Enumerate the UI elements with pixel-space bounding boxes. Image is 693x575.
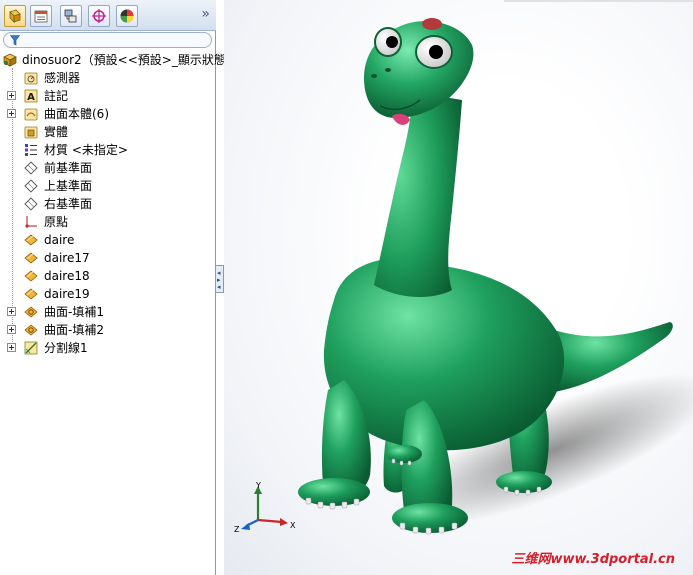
property-manager-tab[interactable] [30, 5, 52, 27]
annotation-icon: A [24, 89, 38, 103]
tree-item-sketch-daire[interactable]: daire [0, 231, 216, 249]
expand-toggle-icon[interactable] [7, 343, 16, 352]
tree-item-label: 分割線1 [44, 341, 88, 355]
sketch-icon [24, 270, 38, 282]
tree-item-label: daire17 [44, 251, 90, 265]
split-line-icon [24, 341, 38, 355]
sketch-icon [24, 288, 38, 300]
tree-item-label: daire18 [44, 269, 90, 283]
tree-item-sensors[interactable]: 感測器 [0, 69, 216, 87]
expand-toggle-icon[interactable] [7, 325, 16, 334]
plane-icon [24, 197, 38, 211]
manager-tab-bar: » [0, 0, 216, 31]
sketch-icon [24, 252, 38, 264]
watermark-text: 三维网www.3dportal.cn [511, 552, 675, 567]
more-tabs-chevron-icon[interactable]: » [201, 7, 210, 21]
tree-item-label: 曲面本體(6) [44, 107, 109, 121]
feature-manager-tab[interactable] [4, 5, 26, 27]
tree-item-label: 曲面-填補2 [44, 323, 104, 337]
x-axis-icon [257, 518, 283, 524]
tree-item-surface-fill2[interactable]: 曲面-填補2 [0, 321, 216, 339]
tree-item-top-plane[interactable]: 上基準面 [0, 177, 216, 195]
surface-fill-icon [24, 324, 38, 336]
tree-item-label: daire19 [44, 287, 90, 301]
dino-nostril [371, 74, 377, 78]
configuration-manager-tab[interactable] [60, 5, 82, 27]
x-axis-arrow-icon [280, 518, 288, 526]
dimxpert-manager-tab[interactable] [88, 5, 110, 27]
panel-splitter-handle[interactable]: ◂ ▸ ◂ [216, 265, 224, 293]
dimxpert-icon [92, 9, 106, 23]
tree-item-surface-fill1[interactable]: 曲面-填補1 [0, 303, 216, 321]
surface-fill-icon [24, 306, 38, 318]
dino-nostril [385, 68, 391, 72]
triad-y-label: Y [255, 482, 261, 490]
property-manager-icon [34, 10, 48, 23]
dino-neck [374, 92, 462, 297]
tree-item-surface-bodies[interactable]: 曲面本體(6) [0, 105, 216, 123]
feature-manager-panel: » dinosuor2（預設<<預設>_顯示狀態 感測器 A 註記 曲面本體(6… [0, 0, 226, 575]
plane-icon [24, 161, 38, 175]
coordinate-triad: Y X Z [234, 482, 296, 534]
tree-item-label: 原點 [44, 215, 69, 229]
tree-item-annotations[interactable]: A 註記 [0, 87, 216, 105]
origin-icon [25, 216, 37, 228]
dino-pupil-right [429, 45, 443, 59]
dino-back-foot-left [386, 445, 422, 463]
tree-item-label: 上基準面 [44, 179, 93, 193]
tree-item-sketch-daire19[interactable]: daire19 [0, 285, 216, 303]
part-icon [3, 53, 17, 67]
tree-item-label: 註記 [44, 89, 69, 103]
triad-z-label: Z [234, 525, 240, 534]
tree-item-label: 材質 <未指定> [44, 143, 128, 157]
tree-item-label: 前基準面 [44, 161, 93, 175]
dino-crest [422, 18, 442, 30]
tree-item-label: 曲面-填補1 [44, 305, 104, 319]
configuration-manager-icon [64, 9, 77, 23]
tree-item-label: 實體 [44, 125, 69, 139]
tree-item-label: 感測器 [44, 71, 81, 85]
feature-tree-icon [9, 9, 21, 23]
material-icon [25, 144, 37, 156]
expand-toggle-icon[interactable] [7, 91, 16, 100]
display-manager-tab[interactable] [116, 5, 138, 27]
tree-root-part[interactable]: dinosuor2（預設<<預設>_顯示狀態 [0, 51, 226, 69]
sensor-folder-icon [24, 72, 38, 85]
tree-item-material[interactable]: 材質 <未指定> [0, 141, 216, 159]
tree-item-sketch-daire18[interactable]: daire18 [0, 267, 216, 285]
svg-text:A: A [27, 92, 35, 103]
plane-icon [24, 179, 38, 193]
expand-toggle-icon[interactable] [7, 307, 16, 316]
sketch-icon [24, 234, 38, 246]
dino-pupil-left [386, 36, 398, 48]
tree-item-right-plane[interactable]: 右基準面 [0, 195, 216, 213]
filter-funnel-icon [10, 35, 20, 46]
z-axis-arrow-icon [241, 523, 250, 530]
graphics-viewport[interactable]: Y X Z 三维网www.3dportal.cn [224, 0, 693, 575]
display-manager-icon [120, 9, 134, 23]
tree-item-label: daire [44, 233, 75, 247]
expand-toggle-icon[interactable] [7, 109, 16, 118]
tree-item-solid-bodies[interactable]: 實體 [0, 123, 216, 141]
solid-bodies-folder-icon [24, 126, 38, 139]
tree-item-sketch-daire17[interactable]: daire17 [0, 249, 216, 267]
feature-filter-box[interactable] [3, 32, 212, 48]
tree-item-front-plane[interactable]: 前基準面 [0, 159, 216, 177]
tree-item-split-line1[interactable]: 分割線1 [0, 339, 216, 357]
triad-x-label: X [290, 521, 296, 530]
root-part-label: dinosuor2（預設<<預設>_顯示狀態 [22, 53, 226, 67]
tree-item-label: 右基準面 [44, 197, 93, 211]
tree-item-origin[interactable]: 原點 [0, 213, 216, 231]
surface-bodies-folder-icon [24, 108, 38, 121]
feature-tree: dinosuor2（預設<<預設>_顯示狀態 感測器 A 註記 曲面本體(6) … [0, 51, 226, 357]
